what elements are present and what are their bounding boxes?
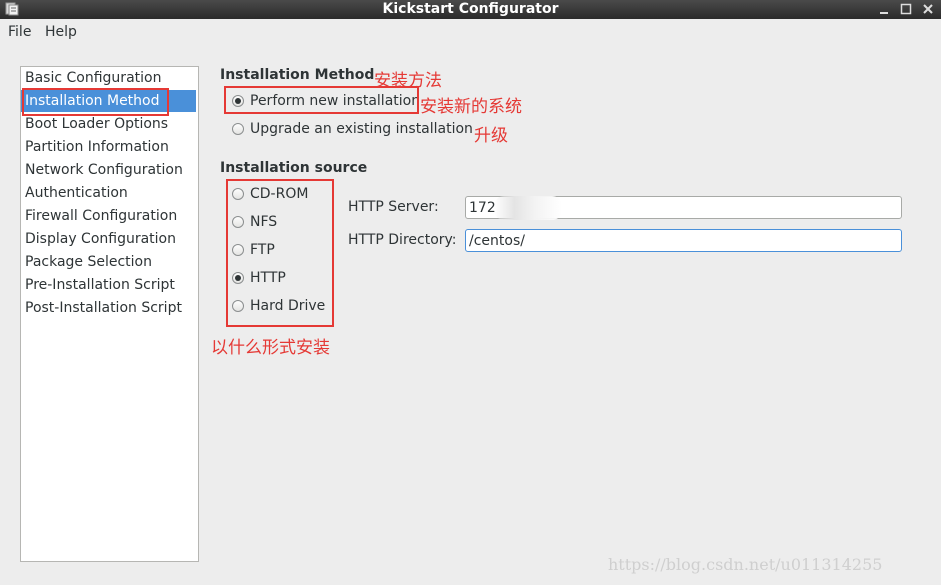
annotation-box-source <box>226 179 334 327</box>
menu-help[interactable]: Help <box>45 24 77 40</box>
http-server-label: HTTP Server: <box>348 199 439 215</box>
watermark: https://blog.csdn.net/u011314255 <box>608 555 883 574</box>
annotation-install-method: 安装方法 <box>374 71 442 91</box>
radio-label: Upgrade an existing installation <box>250 121 473 137</box>
annotation-box-sidebar <box>22 88 169 116</box>
redaction-blur <box>494 196 562 220</box>
sidebar-item-firewall-configuration[interactable]: Firewall Configuration <box>21 205 196 227</box>
installation-method-title: Installation Method <box>220 67 375 83</box>
sidebar-item-boot-loader-options[interactable]: Boot Loader Options <box>21 113 196 135</box>
sidebar-item-pre-installation-script[interactable]: Pre-Installation Script <box>21 274 196 296</box>
sidebar-item-basic-configuration[interactable]: Basic Configuration <box>21 67 196 89</box>
sidebar-list: Basic Configuration Installation Method … <box>20 66 199 562</box>
close-icon[interactable] <box>921 2 935 16</box>
annotation-source: 以什么形式安装 <box>211 338 330 358</box>
menu-file[interactable]: File <box>8 24 31 40</box>
sidebar-item-display-configuration[interactable]: Display Configuration <box>21 228 196 250</box>
http-directory-label: HTTP Directory: <box>348 232 457 248</box>
http-directory-input[interactable] <box>465 229 902 252</box>
installation-source-title: Installation source <box>220 160 368 176</box>
sidebar-item-authentication[interactable]: Authentication <box>21 182 196 204</box>
sidebar-item-partition-information[interactable]: Partition Information <box>21 136 196 158</box>
menu-bar: File Help <box>0 19 941 47</box>
radio-button-icon[interactable] <box>232 123 244 135</box>
sidebar-item-post-installation-script[interactable]: Post-Installation Script <box>21 297 196 319</box>
maximize-icon[interactable] <box>899 2 913 16</box>
title-bar: Kickstart Configurator <box>0 0 941 19</box>
annotation-new-install: 安装新的系统 <box>420 97 522 117</box>
sidebar-item-network-configuration[interactable]: Network Configuration <box>21 159 196 181</box>
annotation-upgrade: 升级 <box>474 126 508 146</box>
minimize-icon[interactable] <box>877 2 891 16</box>
sidebar-item-package-selection[interactable]: Package Selection <box>21 251 196 273</box>
window-title: Kickstart Configurator <box>382 1 559 17</box>
